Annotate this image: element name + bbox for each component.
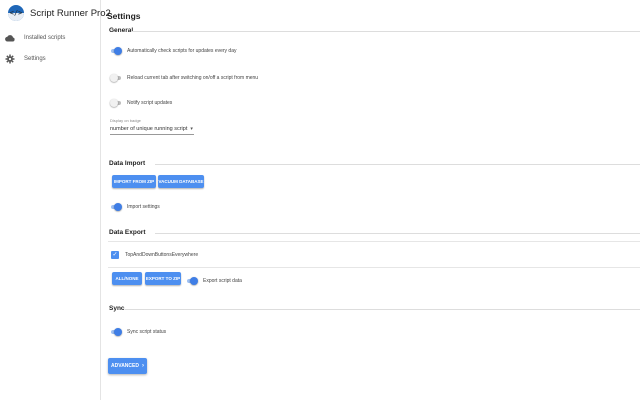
advanced-button[interactable]: ADVANCED ›: [108, 358, 147, 374]
setting-label: Reload current tab after switching on/of…: [127, 75, 259, 81]
export-to-zip-button[interactable]: EXPORT TO ZIP: [145, 272, 181, 285]
caret-down-icon: ▾: [190, 126, 193, 132]
section-divider: [155, 233, 640, 234]
checkbox[interactable]: ✓: [111, 250, 119, 259]
toggle-switch[interactable]: [110, 99, 122, 107]
app-name: Script Runner Pro2: [30, 7, 111, 19]
chevron-right-icon: ›: [141, 363, 144, 369]
all-none-button[interactable]: ALL/NONE: [112, 272, 142, 285]
sidebar-item-settings[interactable]: Settings: [0, 51, 100, 67]
setting-notify-updates: Notify script updates: [110, 98, 172, 108]
setting-import-settings: Import settings: [110, 202, 160, 212]
sidebar: </> Script Runner Pro2 Installed scripts: [0, 0, 111, 400]
badge-select[interactable]: number of unique running script ▾: [110, 124, 194, 135]
gear-icon: [5, 54, 15, 64]
toggle-switch[interactable]: [110, 203, 122, 211]
toggle-switch[interactable]: [110, 47, 122, 55]
toggle-switch[interactable]: [186, 277, 198, 285]
app-logo-icon: </>: [8, 5, 24, 21]
export-script-row: ✓ TopAndDownButtonsEverywhere: [108, 241, 640, 268]
setting-label: Automatically check scripts for updates …: [127, 48, 237, 54]
setting-sync-script-status: Sync script status: [110, 327, 166, 337]
setting-label: Import settings: [127, 204, 160, 210]
vacuum-database-button[interactable]: VACUUM DATABASE: [158, 175, 204, 188]
page-title: Settings: [107, 11, 141, 21]
sidebar-item-installed-scripts[interactable]: Installed scripts: [0, 30, 100, 46]
badge-field-label: Display on badge: [110, 118, 141, 123]
setting-label: Sync script status: [127, 329, 167, 335]
setting-reload-tab: Reload current tab after switching on/of…: [110, 73, 258, 83]
section-title-data-import: Data Import: [109, 160, 146, 167]
setting-label: Notify script updates: [127, 100, 173, 106]
sidebar-item-label: Installed scripts: [24, 35, 66, 41]
section-divider: [155, 164, 640, 165]
export-script-name: TopAndDownButtonsEverywhere: [125, 251, 199, 258]
section-title-general: General: [109, 27, 134, 34]
toggle-switch[interactable]: [110, 328, 122, 336]
sidebar-item-label: Settings: [24, 56, 46, 62]
section-title-sync: Sync: [109, 305, 125, 312]
brand[interactable]: </> Script Runner Pro2: [8, 4, 111, 22]
setting-auto-check-updates: Automatically check scripts for updates …: [110, 46, 237, 56]
section-divider: [125, 309, 640, 310]
toggle-switch[interactable]: [110, 74, 122, 82]
advanced-button-label: ADVANCED: [111, 363, 139, 369]
setting-label: Export script data: [203, 278, 242, 284]
section-divider: [131, 31, 640, 32]
section-title-data-export: Data Export: [109, 229, 146, 236]
import-from-zip-button[interactable]: IMPORT FROM ZIP: [112, 175, 156, 188]
badge-select-value: number of unique running script: [110, 126, 188, 132]
setting-export-script-data: Export script data: [186, 276, 242, 286]
cloud-icon: [5, 33, 15, 43]
